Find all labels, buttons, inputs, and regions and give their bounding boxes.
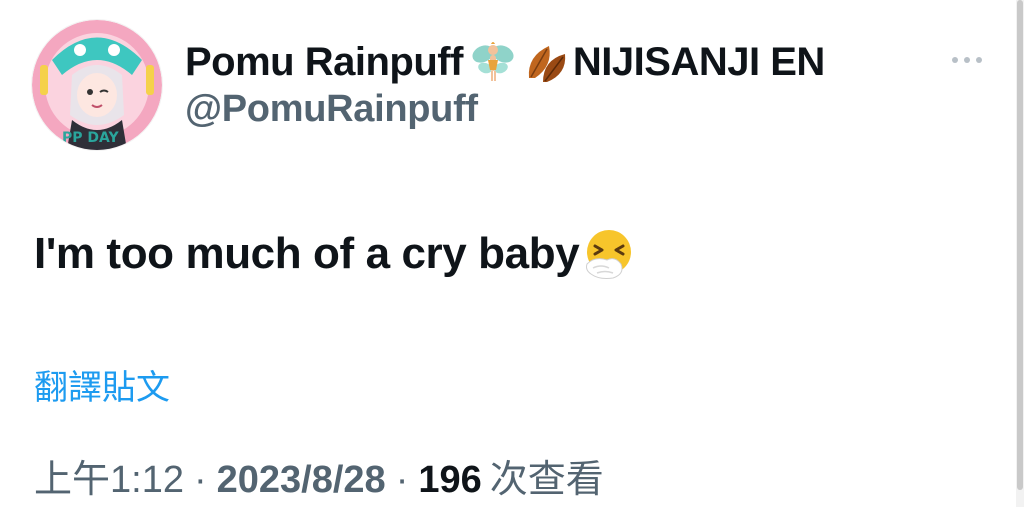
more-dot-icon [976,57,982,63]
author-org-name: NIJISANJI EN [572,39,825,84]
meta-separator: · [395,459,409,501]
tweet-card: PP DAY Pomu Rainpuff NIJISANJI EN @PomuR… [0,0,1024,507]
fallen-leaf-icon [523,38,571,86]
author-display-name[interactable]: Pomu Rainpuff [185,40,463,85]
author-handle[interactable]: @PomuRainpuff [185,88,478,131]
views-label: 次查看 [489,459,604,501]
more-options-button[interactable] [940,45,994,75]
scrollbar-track[interactable] [1016,0,1024,507]
scrollbar-thumb[interactable] [1017,0,1023,490]
fairy-icon [469,38,517,86]
more-dot-icon [964,57,970,63]
tweet-text: I'm too much of a cry baby [34,229,580,278]
meta-separator: · [193,459,207,501]
tweet-text-row: I'm too much of a cry baby [34,226,637,282]
svg-text:PP DAY: PP DAY [62,130,120,146]
avatar[interactable]: PP DAY [32,20,162,150]
post-date[interactable]: 2023/8/28 [217,459,386,502]
translate-post-link[interactable]: 翻譯貼文 [34,360,170,409]
author-name-row[interactable]: Pomu Rainpuff NIJISANJI EN [185,38,825,86]
tweet-meta: 上午1:12 · 2023/8/28 · 196 次查看 [34,448,604,503]
sneezing-face-icon [581,226,637,282]
more-dot-icon [952,57,958,63]
post-time[interactable]: 上午1:12 [34,448,184,503]
view-count: 196 [418,459,482,501]
